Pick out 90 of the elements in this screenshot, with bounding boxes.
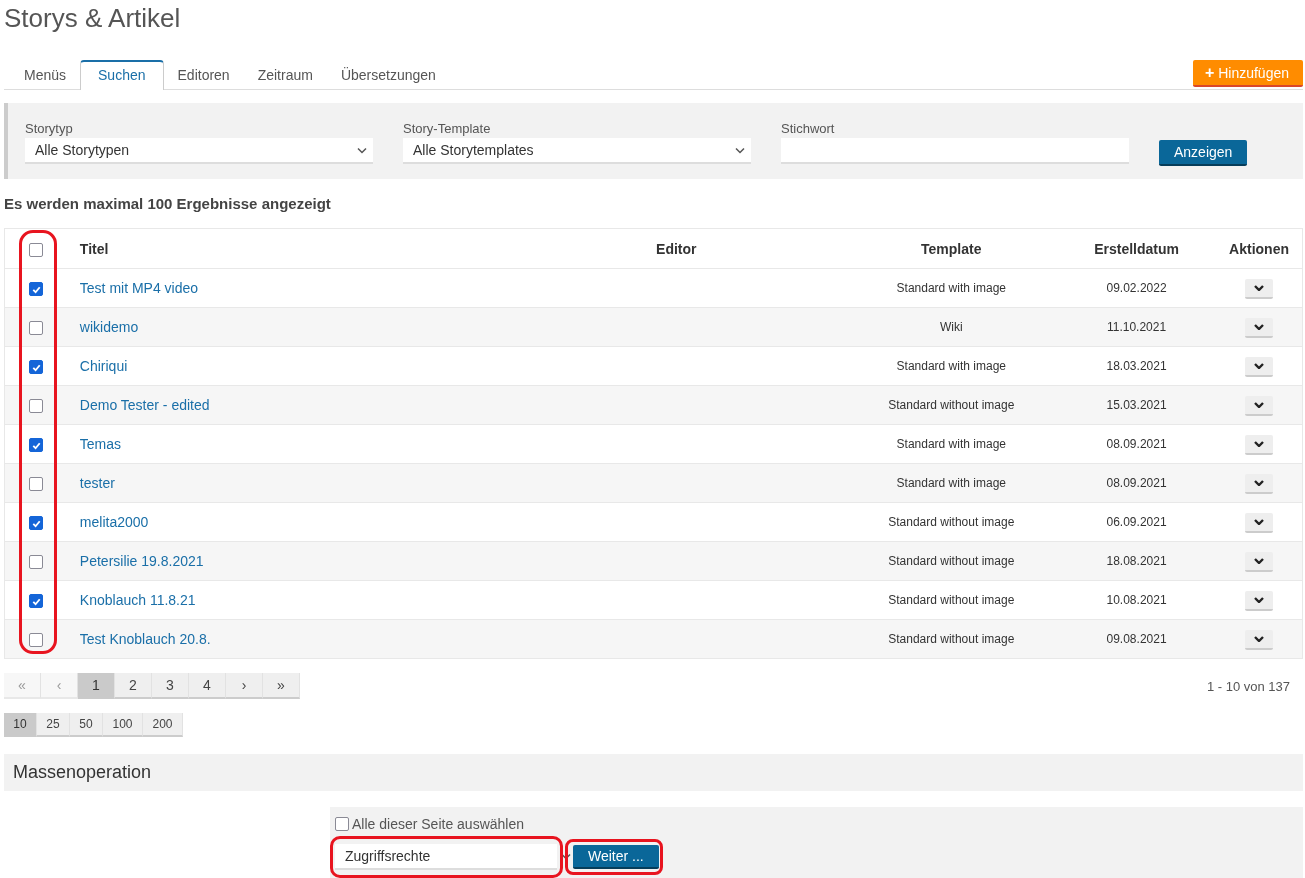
chevron-icon (1254, 557, 1265, 564)
tab[interactable]: Menüs (10, 60, 81, 90)
page-button[interactable]: 1 (78, 673, 115, 699)
table-cell: Standard without image (845, 385, 1057, 425)
chevron-icon (1254, 284, 1265, 291)
actions-button[interactable] (1245, 356, 1274, 377)
chevron-icon (1254, 401, 1265, 408)
title-link[interactable]: Test mit MP4 video (79, 280, 199, 296)
input-field[interactable] (781, 138, 1129, 164)
dropdown[interactable]: Alle Storytemplates (403, 138, 751, 164)
title-link[interactable]: Temas (79, 436, 122, 452)
page-size-button[interactable]: 200 (143, 713, 183, 737)
checkbox[interactable] (29, 633, 43, 648)
page-button[interactable]: 4 (189, 673, 226, 699)
checkbox[interactable] (29, 242, 43, 257)
result-note: Es werden maximal 100 Ergebnisse angezeigt (4, 195, 332, 212)
chevron-icon (1254, 362, 1265, 369)
title-link[interactable]: wikidemo (79, 319, 139, 335)
actions-button[interactable] (1245, 629, 1274, 650)
column-header: Erstelldatum (1057, 228, 1217, 269)
continue-button[interactable]: Weiter ... (573, 845, 659, 869)
page-size-button[interactable]: 50 (70, 713, 103, 737)
column-header: Editor (655, 228, 846, 269)
title-link[interactable]: Knoblauch 11.8.21 (79, 592, 196, 608)
title-link[interactable]: Test Knoblauch 20.8. (79, 631, 211, 647)
chevron-icon (735, 146, 745, 154)
column-header: Aktionen (1216, 228, 1303, 269)
table-cell: 11.10.2021 (1057, 307, 1217, 347)
dropdown[interactable]: Alle Storytypen (25, 138, 373, 164)
table-cell: 15.03.2021 (1057, 385, 1217, 425)
chevron-icon (1254, 479, 1265, 486)
checkbox[interactable] (335, 817, 349, 831)
page-size-button[interactable]: 10 (4, 713, 37, 737)
result-count: 1 - 10 von 137 (1206, 678, 1290, 694)
page-button[interactable]: » (263, 673, 300, 699)
chevron-icon (1254, 596, 1265, 603)
table-cell: Standard without image (845, 619, 1057, 659)
tab[interactable]: Zeitraum (243, 60, 327, 90)
title-link[interactable]: Petersilie 19.8.2021 (79, 553, 204, 569)
column-header: Template (845, 228, 1057, 269)
page-size-button[interactable]: 25 (37, 713, 70, 737)
page-button[interactable]: › (226, 673, 263, 699)
title-link[interactable]: Chiriqui (79, 358, 128, 374)
checkbox[interactable] (29, 516, 43, 531)
actions-button[interactable] (1245, 317, 1274, 338)
checkbox[interactable] (29, 594, 43, 609)
field-label: Stichwort (781, 121, 836, 136)
actions-button[interactable] (1245, 590, 1274, 611)
field-label: Story-Template (403, 121, 492, 136)
chevron-icon (1254, 323, 1265, 330)
checkbox[interactable] (29, 360, 43, 375)
page-button[interactable]: 3 (152, 673, 189, 699)
page-title: Storys & Artikel (4, 2, 182, 35)
tab[interactable]: Suchen (80, 60, 164, 90)
table-cell: Wiki (845, 307, 1057, 347)
title-link[interactable]: melita2000 (79, 514, 149, 530)
checkbox[interactable] (29, 282, 43, 297)
chevron-icon (1254, 635, 1265, 642)
chevron-icon (357, 146, 367, 154)
table-cell: 09.08.2021 (1057, 619, 1217, 659)
actions-button[interactable] (1245, 395, 1274, 416)
column-header: Titel (67, 228, 656, 269)
chevron-icon (1254, 440, 1265, 447)
checkbox[interactable] (29, 321, 43, 336)
actions-button[interactable] (1245, 512, 1274, 533)
title-link[interactable]: Demo Tester - edited (79, 397, 210, 413)
table-cell: 18.08.2021 (1057, 541, 1217, 581)
checkbox[interactable] (29, 555, 43, 570)
checkbox[interactable] (29, 438, 43, 453)
actions-button[interactable] (1245, 434, 1274, 455)
section-header: Massenoperation (4, 754, 1303, 791)
actions-button[interactable] (1245, 551, 1274, 572)
table-cell: 08.09.2021 (1057, 463, 1217, 503)
tab[interactable]: Übersetzungen (326, 60, 450, 90)
page-button[interactable]: 2 (115, 673, 152, 699)
tab[interactable]: Editoren (163, 60, 244, 90)
checkbox[interactable] (29, 399, 43, 414)
page-size-button[interactable]: 100 (103, 713, 143, 737)
checkbox-label: Alle dieser Seite auswählen (352, 816, 524, 832)
checkbox[interactable] (29, 477, 43, 492)
chevron-icon (1254, 518, 1265, 525)
chevron-icon (561, 852, 571, 860)
table-cell: Standard with image (845, 463, 1057, 503)
title-link[interactable]: tester (79, 475, 115, 491)
show-button[interactable]: Anzeigen (1159, 140, 1248, 166)
actions-button[interactable] (1245, 278, 1274, 299)
plus-icon: + (1204, 64, 1215, 81)
table-cell: Standard without image (845, 541, 1057, 581)
field-label: Storytyp (25, 121, 74, 136)
actions-button[interactable] (1245, 473, 1274, 494)
